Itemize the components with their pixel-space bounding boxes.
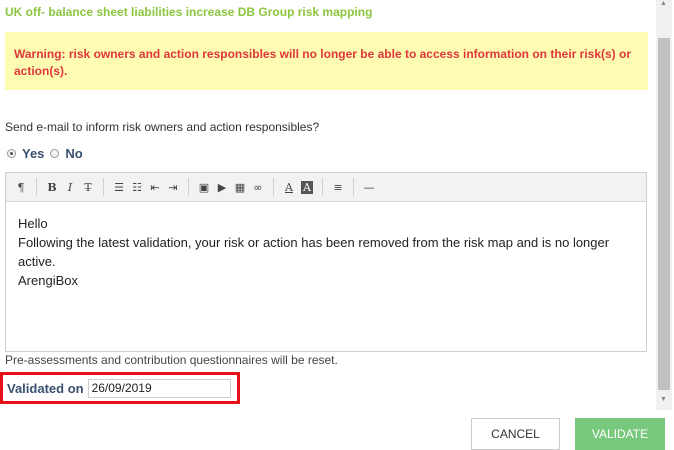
indent-icon[interactable]: ⇥ bbox=[164, 181, 182, 194]
italic-icon[interactable]: I bbox=[61, 181, 79, 194]
toolbar-divider bbox=[322, 178, 323, 196]
validate-button[interactable]: VALIDATE bbox=[575, 418, 665, 450]
background-color-icon[interactable]: A bbox=[301, 180, 313, 194]
scrollbar[interactable]: ▲ ▼ bbox=[656, 0, 672, 410]
radio-no-label[interactable]: No bbox=[65, 146, 82, 161]
toolbar-divider bbox=[188, 178, 189, 196]
radio-no[interactable] bbox=[50, 149, 60, 158]
toolbar-divider bbox=[36, 178, 37, 196]
radio-yes[interactable] bbox=[7, 149, 16, 158]
editor-toolbar: ¶ B I T̶ ☰ ☷ ⇤ ⇥ ▣ ▶ ▦ ∞ A A ≡ — bbox=[6, 173, 646, 202]
dialog-title: UK off- balance sheet liabilities increa… bbox=[5, 5, 373, 19]
editor-line: Hello bbox=[18, 216, 48, 231]
editor-line: ArengiBox bbox=[18, 273, 78, 288]
strikethrough-icon[interactable]: T̶ bbox=[79, 181, 97, 194]
reset-note: Pre-assessments and contribution questio… bbox=[5, 353, 338, 367]
email-editor: ¶ B I T̶ ☰ ☷ ⇤ ⇥ ▣ ▶ ▦ ∞ A A ≡ — Hello F… bbox=[5, 172, 647, 352]
warning-banner: Warning: risk owners and action responsi… bbox=[5, 32, 648, 90]
font-color-icon[interactable]: A bbox=[280, 181, 298, 194]
validated-on-highlight: Validated on bbox=[0, 372, 240, 404]
scroll-thumb[interactable] bbox=[658, 38, 670, 390]
toolbar-divider bbox=[353, 178, 354, 196]
scroll-up-icon[interactable]: ▲ bbox=[660, 0, 667, 7]
outdent-icon[interactable]: ⇤ bbox=[146, 181, 164, 194]
paragraph-icon[interactable]: ¶ bbox=[12, 181, 30, 194]
editor-line: Following the latest validation, your ri… bbox=[18, 235, 610, 269]
video-icon[interactable]: ▶ bbox=[213, 181, 231, 194]
horizontal-rule-icon[interactable]: — bbox=[360, 181, 378, 194]
toolbar-divider bbox=[273, 178, 274, 196]
toolbar-divider bbox=[103, 178, 104, 196]
table-icon[interactable]: ▦ bbox=[231, 181, 249, 194]
ordered-list-icon[interactable]: ☷ bbox=[128, 181, 146, 194]
validated-on-label: Validated on bbox=[7, 380, 84, 396]
editor-content[interactable]: Hello Following the latest validation, y… bbox=[6, 202, 646, 302]
cancel-button[interactable]: CANCEL bbox=[471, 418, 560, 450]
link-icon[interactable]: ∞ bbox=[249, 181, 267, 194]
send-email-radio-group: Yes No bbox=[7, 146, 89, 161]
image-icon[interactable]: ▣ bbox=[195, 181, 213, 194]
send-email-label: Send e-mail to inform risk owners and ac… bbox=[5, 120, 320, 134]
radio-yes-label[interactable]: Yes bbox=[22, 146, 44, 161]
validated-on-date-input[interactable] bbox=[87, 378, 231, 398]
scroll-down-icon[interactable]: ▼ bbox=[660, 396, 667, 403]
align-icon[interactable]: ≡ bbox=[329, 181, 347, 194]
unordered-list-icon[interactable]: ☰ bbox=[110, 181, 128, 194]
bold-icon[interactable]: B bbox=[43, 181, 61, 194]
